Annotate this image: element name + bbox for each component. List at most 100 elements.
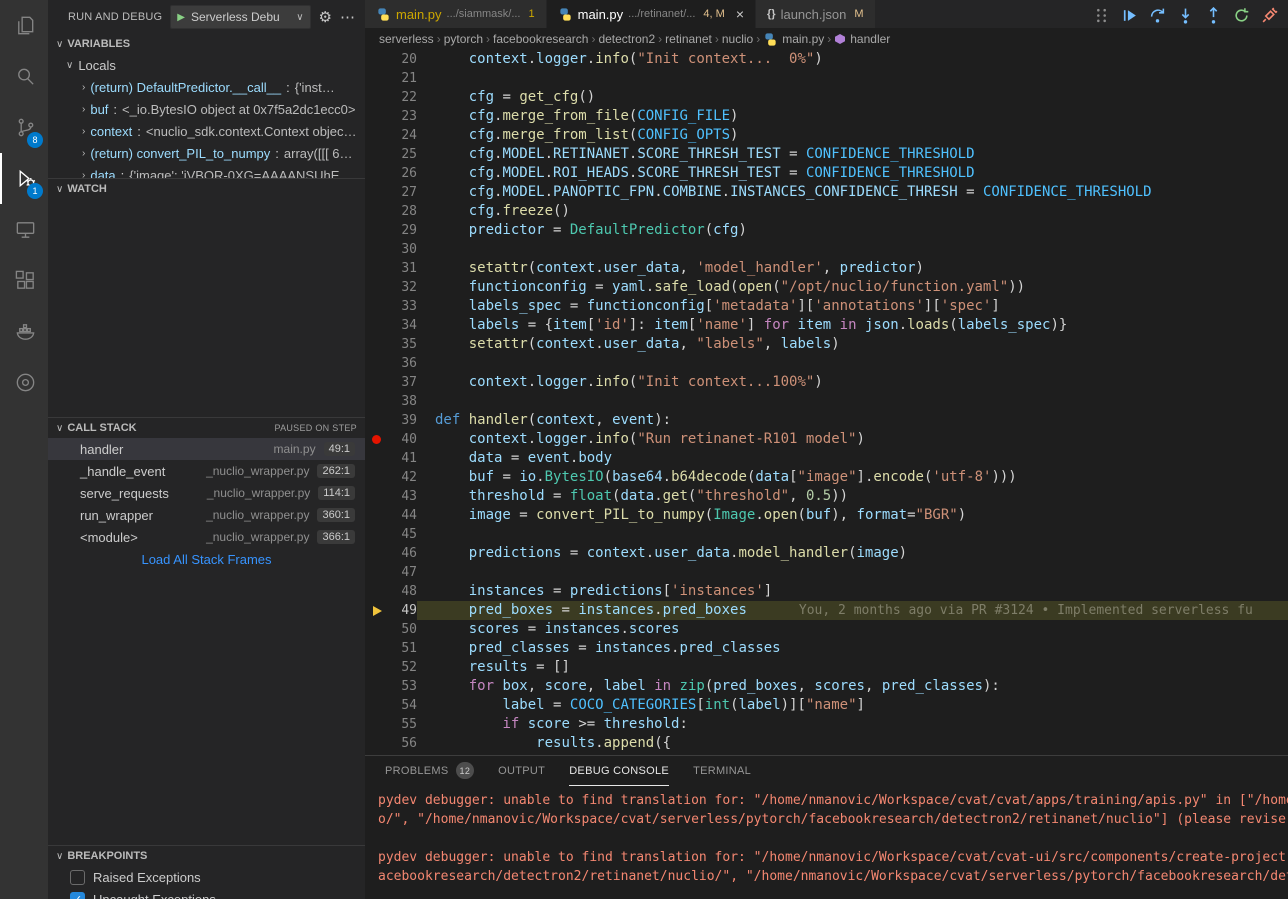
variables-header[interactable]: ∨ VARIABLES <box>48 34 365 54</box>
activity-item-extensions[interactable] <box>0 255 48 306</box>
line-number[interactable]: 51 <box>391 639 417 658</box>
line-number[interactable]: 34 <box>391 316 417 335</box>
variable-item[interactable]: ›context:<nuclio_sdk.context.Context obj… <box>48 120 365 142</box>
breadcrumb-item[interactable]: handler <box>834 32 890 46</box>
code-line[interactable]: 26 cfg.MODEL.ROI_HEADS.SCORE_THRESH_TEST… <box>365 164 1288 183</box>
code-line[interactable]: 22 cfg = get_cfg() <box>365 88 1288 107</box>
code-line[interactable]: 51 pred_classes = instances.pred_classes <box>365 639 1288 658</box>
gutter-glyph-margin[interactable] <box>365 658 391 677</box>
code-line[interactable]: 33 labels_spec = functionconfig['metadat… <box>365 297 1288 316</box>
line-number[interactable]: 42 <box>391 468 417 487</box>
tab-close-icon[interactable]: × <box>736 7 744 21</box>
gutter-glyph-margin[interactable] <box>365 335 391 354</box>
gutter-glyph-margin[interactable] <box>365 316 391 335</box>
code-line[interactable]: 50 scores = instances.scores <box>365 620 1288 639</box>
step-out-button[interactable] <box>1203 5 1224 26</box>
gutter-glyph-margin[interactable] <box>365 544 391 563</box>
checkbox[interactable]: ✓ <box>70 892 85 899</box>
breadcrumb-item[interactable]: retinanet <box>665 32 712 46</box>
gear-icon[interactable]: ⚙ <box>319 10 332 25</box>
editor-tab[interactable]: main.py.../siammask/...1 <box>365 0 547 28</box>
code-line[interactable]: 25 cfg.MODEL.RETINANET.SCORE_THRESH_TEST… <box>365 145 1288 164</box>
line-number[interactable]: 23 <box>391 107 417 126</box>
gutter-glyph-margin[interactable] <box>365 430 391 449</box>
code-line[interactable]: 46 predictions = context.user_data.model… <box>365 544 1288 563</box>
breadcrumb-item[interactable]: pytorch <box>444 32 483 46</box>
line-number[interactable]: 26 <box>391 164 417 183</box>
code-line[interactable]: 53 for box, score, label in zip(pred_box… <box>365 677 1288 696</box>
gutter-glyph-margin[interactable] <box>365 297 391 316</box>
panel-tab-terminal[interactable]: TERMINAL <box>693 756 751 786</box>
line-number[interactable]: 33 <box>391 297 417 316</box>
panel-tab-debug-console[interactable]: DEBUG CONSOLE <box>569 756 669 786</box>
activity-item-source-control[interactable]: 8 <box>0 102 48 153</box>
call-stack-frame[interactable]: _handle_event_nuclio_wrapper.py262:1 <box>48 460 365 482</box>
call-stack-header[interactable]: ∨ CALL STACK PAUSED ON STEP <box>48 418 365 438</box>
restart-button[interactable] <box>1231 5 1252 26</box>
gutter-glyph-margin[interactable] <box>365 69 391 88</box>
line-number[interactable]: 35 <box>391 335 417 354</box>
activity-item-circle-tool[interactable] <box>0 357 48 408</box>
gutter-glyph-margin[interactable] <box>365 715 391 734</box>
line-number[interactable]: 24 <box>391 126 417 145</box>
disconnect-button[interactable] <box>1259 5 1280 26</box>
line-number[interactable]: 49 <box>391 601 417 620</box>
breakpoint-item[interactable]: Raised Exceptions <box>48 866 365 888</box>
gutter-glyph-margin[interactable] <box>365 221 391 240</box>
gutter-glyph-margin[interactable] <box>365 392 391 411</box>
panel-tab-problems[interactable]: PROBLEMS12 <box>385 756 474 786</box>
step-into-button[interactable] <box>1175 5 1196 26</box>
code-line[interactable]: 28 cfg.freeze() <box>365 202 1288 221</box>
line-number[interactable]: 27 <box>391 183 417 202</box>
line-number[interactable]: 20 <box>391 50 417 69</box>
gutter-glyph-margin[interactable] <box>365 601 391 620</box>
gutter-glyph-margin[interactable] <box>365 696 391 715</box>
gutter-glyph-margin[interactable] <box>365 449 391 468</box>
code-line[interactable]: 44 image = convert_PIL_to_numpy(Image.op… <box>365 506 1288 525</box>
line-number[interactable]: 48 <box>391 582 417 601</box>
line-number[interactable]: 38 <box>391 392 417 411</box>
line-number[interactable]: 40 <box>391 430 417 449</box>
code-line[interactable]: 54 label = COCO_CATEGORIES[int(label)]["… <box>365 696 1288 715</box>
line-number[interactable]: 41 <box>391 449 417 468</box>
code-line[interactable]: 32 functionconfig = yaml.safe_load(open(… <box>365 278 1288 297</box>
panel-tab-output[interactable]: OUTPUT <box>498 756 545 786</box>
code-line[interactable]: 29 predictor = DefaultPredictor(cfg) <box>365 221 1288 240</box>
step-over-button[interactable] <box>1147 5 1168 26</box>
call-stack-frame[interactable]: run_wrapper_nuclio_wrapper.py360:1 <box>48 504 365 526</box>
gutter-glyph-margin[interactable] <box>365 259 391 278</box>
code-line[interactable]: 23 cfg.merge_from_file(CONFIG_FILE) <box>365 107 1288 126</box>
gutter-glyph-margin[interactable] <box>365 354 391 373</box>
variable-item[interactable]: ›data:{'image': 'iVBOR-0XG=AAAANSUhE… <box>48 164 365 178</box>
code-line[interactable]: 42 buf = io.BytesIO(base64.b64decode(dat… <box>365 468 1288 487</box>
activity-item-remote-explorer[interactable] <box>0 204 48 255</box>
code-editor[interactable]: 20 context.logger.info("Init context... … <box>365 50 1288 755</box>
gutter-glyph-margin[interactable] <box>365 240 391 259</box>
continue-button[interactable] <box>1119 5 1140 26</box>
breakpoints-header[interactable]: ∨ BREAKPOINTS <box>48 846 365 866</box>
code-line[interactable]: 52 results = [] <box>365 658 1288 677</box>
code-line[interactable]: 39def handler(context, event): <box>365 411 1288 430</box>
code-line[interactable]: 56 results.append({ <box>365 734 1288 753</box>
code-line[interactable]: 40 context.logger.info("Run retinanet-R1… <box>365 430 1288 449</box>
gutter-glyph-margin[interactable] <box>365 107 391 126</box>
line-number[interactable]: 25 <box>391 145 417 164</box>
gutter-glyph-margin[interactable] <box>365 278 391 297</box>
line-number[interactable]: 47 <box>391 563 417 582</box>
gutter-glyph-margin[interactable] <box>365 734 391 753</box>
activity-item-docker[interactable] <box>0 306 48 357</box>
line-number[interactable]: 28 <box>391 202 417 221</box>
line-number[interactable]: 22 <box>391 88 417 107</box>
line-number[interactable]: 46 <box>391 544 417 563</box>
code-line[interactable]: 45 <box>365 525 1288 544</box>
line-number[interactable]: 50 <box>391 620 417 639</box>
launch-config-select[interactable]: ▶ Serverless Debu ∨ <box>170 5 310 29</box>
activity-item-search[interactable] <box>0 51 48 102</box>
gutter-glyph-margin[interactable] <box>365 468 391 487</box>
variable-item[interactable]: ›buf:<_io.BytesIO object at 0x7f5a2dc1ec… <box>48 98 365 120</box>
start-debug-icon[interactable]: ▶ <box>177 12 185 23</box>
line-number[interactable]: 37 <box>391 373 417 392</box>
load-all-stack-frames-link[interactable]: Load All Stack Frames <box>48 548 365 569</box>
variable-item[interactable]: ›(return) DefaultPredictor.__call__:{'in… <box>48 76 365 98</box>
variable-item[interactable]: ›(return) convert_PIL_to_numpy:array([[[… <box>48 142 365 164</box>
